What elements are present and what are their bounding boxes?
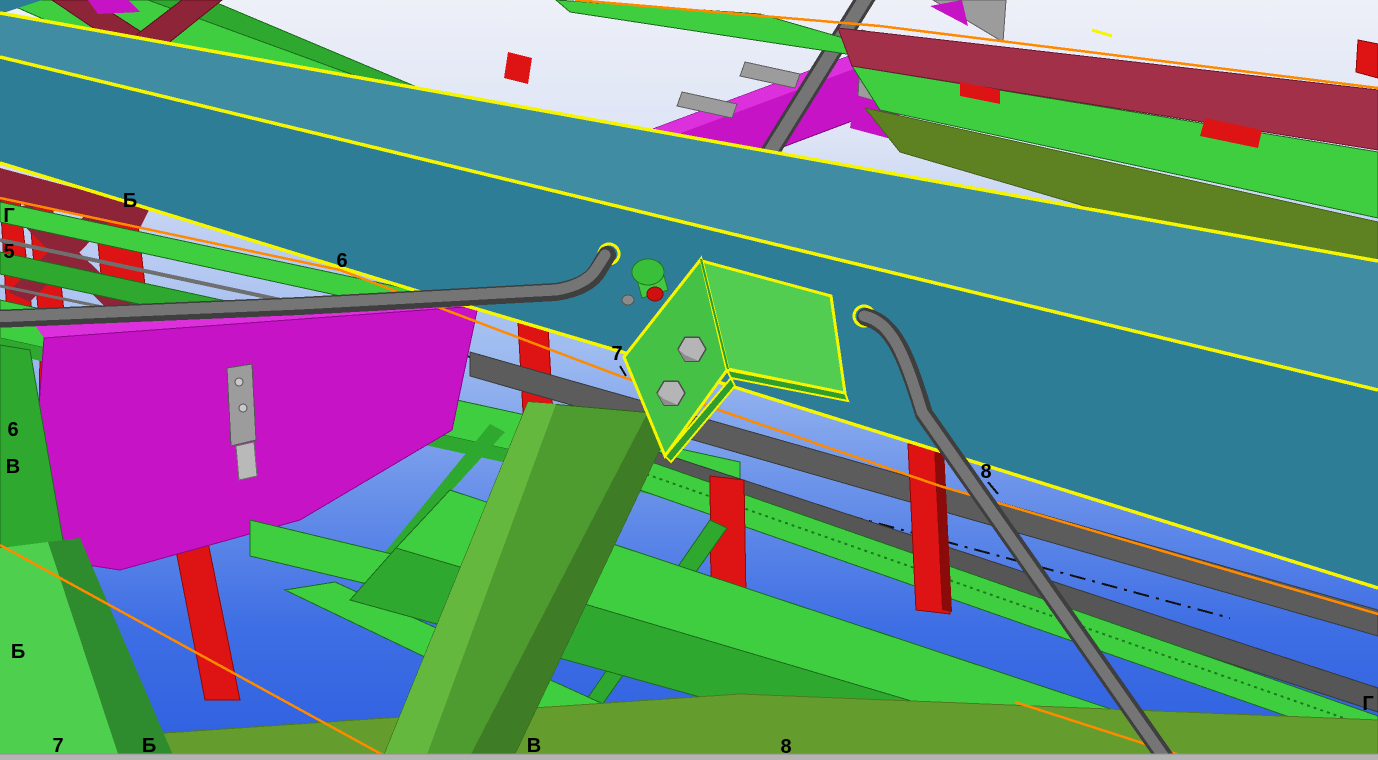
rod-end-red — [646, 286, 664, 302]
grid-label-row-V-left: В — [6, 456, 20, 478]
bolt-end — [621, 294, 635, 306]
cad-viewport[interactable]: Г5Б66ВБ7Б7В88Г — [0, 0, 1378, 760]
grid-label-col-8-right: 8 — [980, 461, 991, 483]
bolt — [238, 403, 248, 413]
bolt — [234, 377, 244, 387]
grid-label-col-7-center: 7 — [611, 343, 622, 365]
grid-label-row-G-right: Г — [1362, 693, 1373, 715]
grid-label-row-B-lower-left: Б — [11, 641, 25, 663]
model-scene[interactable]: Г5Б66ВБ7 Б7В 88Г — [0, 0, 1378, 760]
red-column-top[interactable] — [1355, 39, 1378, 79]
grid-label-row-B-upper: Б — [123, 190, 137, 212]
grid-label-col-5-left: 5 — [3, 241, 14, 263]
grid-label-col-6-left: 6 — [7, 419, 18, 441]
plate-tab — [235, 441, 258, 481]
grid-label-col-6-upper: 6 — [336, 250, 347, 272]
status-bar — [0, 754, 1378, 760]
grid-label-row-G-left: Г — [3, 205, 14, 227]
